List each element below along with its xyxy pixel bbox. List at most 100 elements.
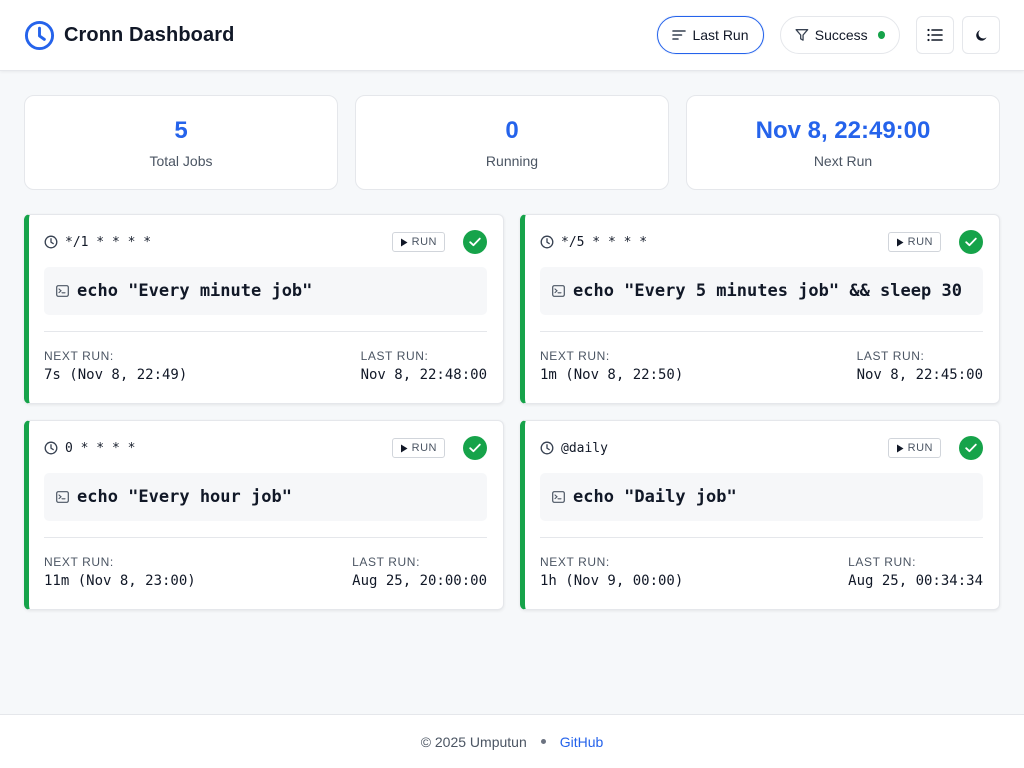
command-text: echo "Every hour job"	[77, 487, 292, 507]
last-run-value: Aug 25, 20:00:00	[352, 573, 487, 589]
job-schedule: 0 * * * *	[44, 441, 135, 456]
theme-toggle-button[interactable]	[962, 16, 1000, 54]
copyright-text: © 2025 Umputun	[420, 733, 527, 750]
next-run: NEXT RUN: 1m (Nov 8, 22:50)	[540, 349, 683, 383]
last-run-label: LAST RUN:	[848, 555, 917, 569]
status-filter-label: Success	[814, 27, 868, 43]
play-icon	[400, 444, 408, 452]
last-run: LAST RUN: Nov 8, 22:48:00	[361, 349, 487, 383]
last-run-value: Aug 25, 00:34:34	[848, 573, 983, 589]
run-button[interactable]: RUN	[887, 232, 941, 252]
job-schedule: */5 * * * *	[540, 235, 647, 250]
next-run-label: NEXT RUN:	[540, 349, 610, 363]
play-icon	[400, 238, 408, 246]
job-card: 0 * * * * RUN echo "Every hour job" NEXT…	[24, 420, 504, 610]
sort-button-label: Last Run	[692, 27, 749, 43]
job-command: echo "Every hour job"	[44, 473, 487, 521]
next-run: NEXT RUN: 11m (Nov 8, 23:00)	[44, 555, 196, 589]
next-run-label: NEXT RUN:	[44, 555, 114, 569]
stat-value: Nov 8, 22:49:00	[755, 116, 931, 144]
app-header: Cronn Dashboard Last Run Success	[0, 0, 1024, 71]
last-run: LAST RUN: Aug 25, 00:34:34	[848, 555, 983, 589]
stat-running: 0 Running	[355, 95, 669, 190]
run-button[interactable]: RUN	[391, 232, 445, 252]
command-text: echo "Daily job"	[573, 487, 737, 507]
schedule-text: @daily	[561, 440, 608, 456]
header-actions: Last Run Success	[657, 16, 1000, 54]
list-icon	[927, 28, 943, 42]
run-button-label: RUN	[411, 442, 437, 454]
check-icon	[965, 237, 977, 247]
footer-separator	[540, 739, 546, 744]
status-success-badge	[959, 230, 983, 254]
schedule-text: */5 * * * *	[561, 234, 648, 250]
last-run-label: LAST RUN:	[856, 349, 925, 363]
run-button[interactable]: RUN	[391, 438, 445, 458]
terminal-icon	[56, 285, 69, 297]
clock-icon	[44, 441, 58, 455]
run-button-label: RUN	[907, 442, 933, 454]
next-run-value: 11m (Nov 8, 23:00)	[44, 573, 196, 589]
schedule-text: */1 * * * *	[65, 234, 152, 250]
status-success-badge	[463, 436, 487, 460]
stat-label: Next Run	[813, 152, 873, 169]
stats-row: 5 Total Jobs 0 Running Nov 8, 22:49:00 N…	[24, 95, 1000, 190]
run-button-label: RUN	[411, 236, 437, 248]
job-card: */1 * * * * RUN echo "Every minute job" …	[24, 214, 504, 404]
check-icon	[965, 443, 977, 453]
next-run-label: NEXT RUN:	[44, 349, 114, 363]
job-card: */5 * * * * RUN echo "Every 5 minutes jo…	[520, 214, 1000, 404]
stat-value: 5	[174, 116, 188, 144]
divider	[540, 537, 983, 538]
stat-value: 0	[505, 116, 519, 144]
clock-icon	[540, 235, 554, 249]
job-schedule: @daily	[540, 441, 608, 456]
stat-label: Total Jobs	[149, 152, 213, 169]
terminal-icon	[56, 491, 69, 503]
funnel-icon	[795, 29, 809, 41]
sort-lines-icon	[672, 30, 687, 40]
status-filter-button[interactable]: Success	[780, 16, 900, 54]
last-run-value: Nov 8, 22:45:00	[856, 367, 983, 383]
brand: Cronn Dashboard	[24, 20, 234, 51]
footer: © 2025 Umputun GitHub	[0, 714, 1024, 768]
stat-label: Running	[485, 152, 539, 169]
last-run-value: Nov 8, 22:48:00	[360, 367, 487, 383]
status-success-badge	[463, 230, 487, 254]
schedule-text: 0 * * * *	[65, 440, 136, 456]
next-run-value: 7s (Nov 8, 22:49)	[44, 367, 188, 383]
status-dot	[877, 31, 885, 39]
last-run-label: LAST RUN:	[352, 555, 421, 569]
github-link[interactable]: GitHub	[560, 734, 604, 750]
command-text: echo "Every 5 minutes job" && sleep 30	[573, 281, 962, 301]
job-command: echo "Daily job"	[540, 473, 983, 521]
divider	[44, 331, 487, 332]
play-icon	[896, 444, 904, 452]
next-run: NEXT RUN: 7s (Nov 8, 22:49)	[44, 349, 187, 383]
last-run: LAST RUN: Nov 8, 22:45:00	[857, 349, 983, 383]
stat-next-run: Nov 8, 22:49:00 Next Run	[686, 95, 1000, 190]
check-icon	[469, 237, 481, 247]
divider	[540, 331, 983, 332]
clock-icon	[24, 20, 55, 50]
next-run-value: 1h (Nov 9, 00:00)	[540, 573, 684, 589]
next-run: NEXT RUN: 1h (Nov 9, 00:00)	[540, 555, 683, 589]
command-text: echo "Every minute job"	[77, 281, 313, 301]
play-icon	[896, 238, 904, 246]
moon-icon	[975, 29, 986, 41]
next-run-value: 1m (Nov 8, 22:50)	[540, 367, 684, 383]
view-toggle-button[interactable]	[916, 16, 954, 54]
clock-icon	[44, 235, 58, 249]
job-command: echo "Every minute job"	[44, 267, 487, 315]
job-schedule: */1 * * * *	[44, 235, 151, 250]
sort-button[interactable]: Last Run	[657, 16, 764, 54]
job-card: @daily RUN echo "Daily job" NEXT RUN: 1h…	[520, 420, 1000, 610]
check-icon	[469, 443, 481, 453]
page-title: Cronn Dashboard	[64, 23, 235, 46]
run-button[interactable]: RUN	[887, 438, 941, 458]
last-run-label: LAST RUN:	[360, 349, 429, 363]
run-button-label: RUN	[907, 236, 933, 248]
next-run-label: NEXT RUN:	[540, 555, 610, 569]
last-run: LAST RUN: Aug 25, 20:00:00	[352, 555, 487, 589]
stat-total-jobs: 5 Total Jobs	[24, 95, 338, 190]
